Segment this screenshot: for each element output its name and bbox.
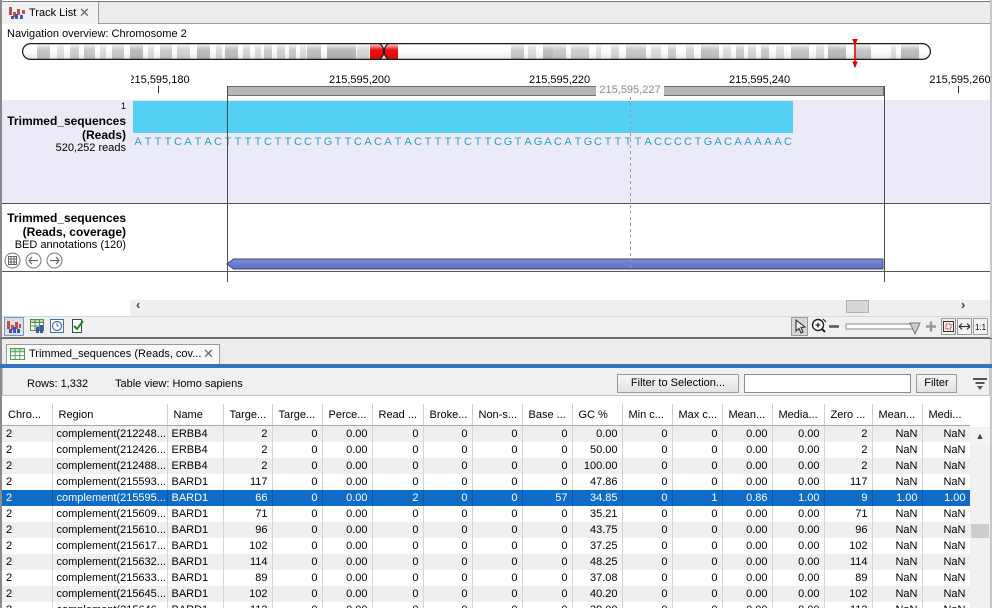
svg-text:1:1: 1:1 <box>975 323 987 332</box>
